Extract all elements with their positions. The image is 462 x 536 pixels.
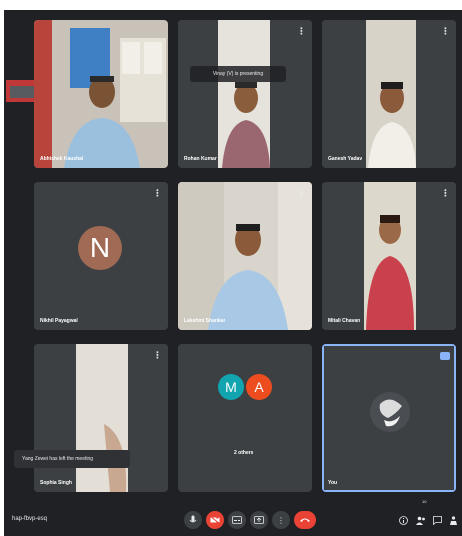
activities-button[interactable] [446,512,460,528]
participant-name: Lakshmi Shankar [184,318,226,324]
participant-name: You [328,480,338,486]
present-button[interactable] [250,511,268,529]
self-avatar-image [324,346,454,490]
participant-name: Abhishek Kaushal [40,156,84,162]
participant-video [178,182,312,330]
presenting-toast: Vinay (V) is presenting [190,66,286,82]
participant-avatar: A [246,374,272,400]
meet-window: Abhishek Kaushal ⋮ Rohan Kumar ⋮ Ganesh … [4,10,462,536]
activities-icon [449,515,457,525]
present-screen-icon [254,516,264,524]
chat-icon [432,515,442,525]
more-options-icon[interactable]: ⋮ [441,189,450,198]
chat-button[interactable] [430,512,444,528]
participant-tile[interactable]: N ⋮ Nikhil Payagwal [34,182,168,330]
leave-call-button[interactable] [294,511,316,529]
participant-video [34,344,168,492]
meeting-code: hap-fbvp-esq [12,516,48,522]
people-icon [416,516,425,525]
participant-avatar: N [78,226,122,270]
participant-name: Rohan Kumar [184,156,217,162]
participant-name: 2 others [234,450,254,456]
participant-video [322,182,456,330]
participant-name: Nikhil Payagwal [40,318,78,324]
self-tile[interactable]: You [322,344,456,492]
camera-button[interactable] [206,511,224,529]
more-options-icon[interactable]: ⋮ [153,189,162,198]
mic-icon [189,515,197,523]
participant-name: Sophia Singh [40,480,72,486]
participant-tile[interactable]: ⋮ Ganesh Yadav [322,20,456,168]
more-options-icon[interactable]: ⋮ [297,189,306,198]
camera-off-icon [210,516,220,524]
participant-avatar: M [218,374,244,400]
more-vert-icon: ⋮ [277,515,285,525]
info-button[interactable] [396,512,410,528]
people-button[interactable] [414,512,428,528]
participant-name: Ganesh Yadav [328,156,363,162]
participant-video [322,20,456,168]
participants-count-badge: 10 [422,499,427,504]
mic-button[interactable] [184,511,202,529]
more-options-icon[interactable]: ⋮ [297,27,306,36]
participant-video [34,20,168,168]
participant-name: Mitali Chavan [328,318,361,324]
more-options-icon[interactable]: ⋮ [153,351,162,360]
participant-tile[interactable]: Abhishek Kaushal [34,20,168,168]
hang-up-icon [300,518,310,522]
notification-toast: Yang Zewei has left the meeting [14,450,130,468]
captions-button[interactable] [228,511,246,529]
participant-tile[interactable]: ⋮ Sophia Singh [34,344,168,492]
more-options-icon[interactable]: ⋮ [441,27,450,36]
participant-tile[interactable]: ⋮ Lakshmi Shankar [178,182,312,330]
participant-tile[interactable]: M A 2 others [178,344,312,492]
more-options-button[interactable]: ⋮ [272,511,290,529]
captions-icon [232,516,242,524]
info-icon [398,515,408,525]
participant-grid: Abhishek Kaushal ⋮ Rohan Kumar ⋮ Ganesh … [34,20,456,500]
participant-tile[interactable]: ⋮ Mitali Chavan [322,182,456,330]
participant-video [178,20,312,168]
participant-tile[interactable]: ⋮ Rohan Kumar [178,20,312,168]
call-controls-bar: hap-fbvp-esq ⋮ 10 [4,499,462,536]
